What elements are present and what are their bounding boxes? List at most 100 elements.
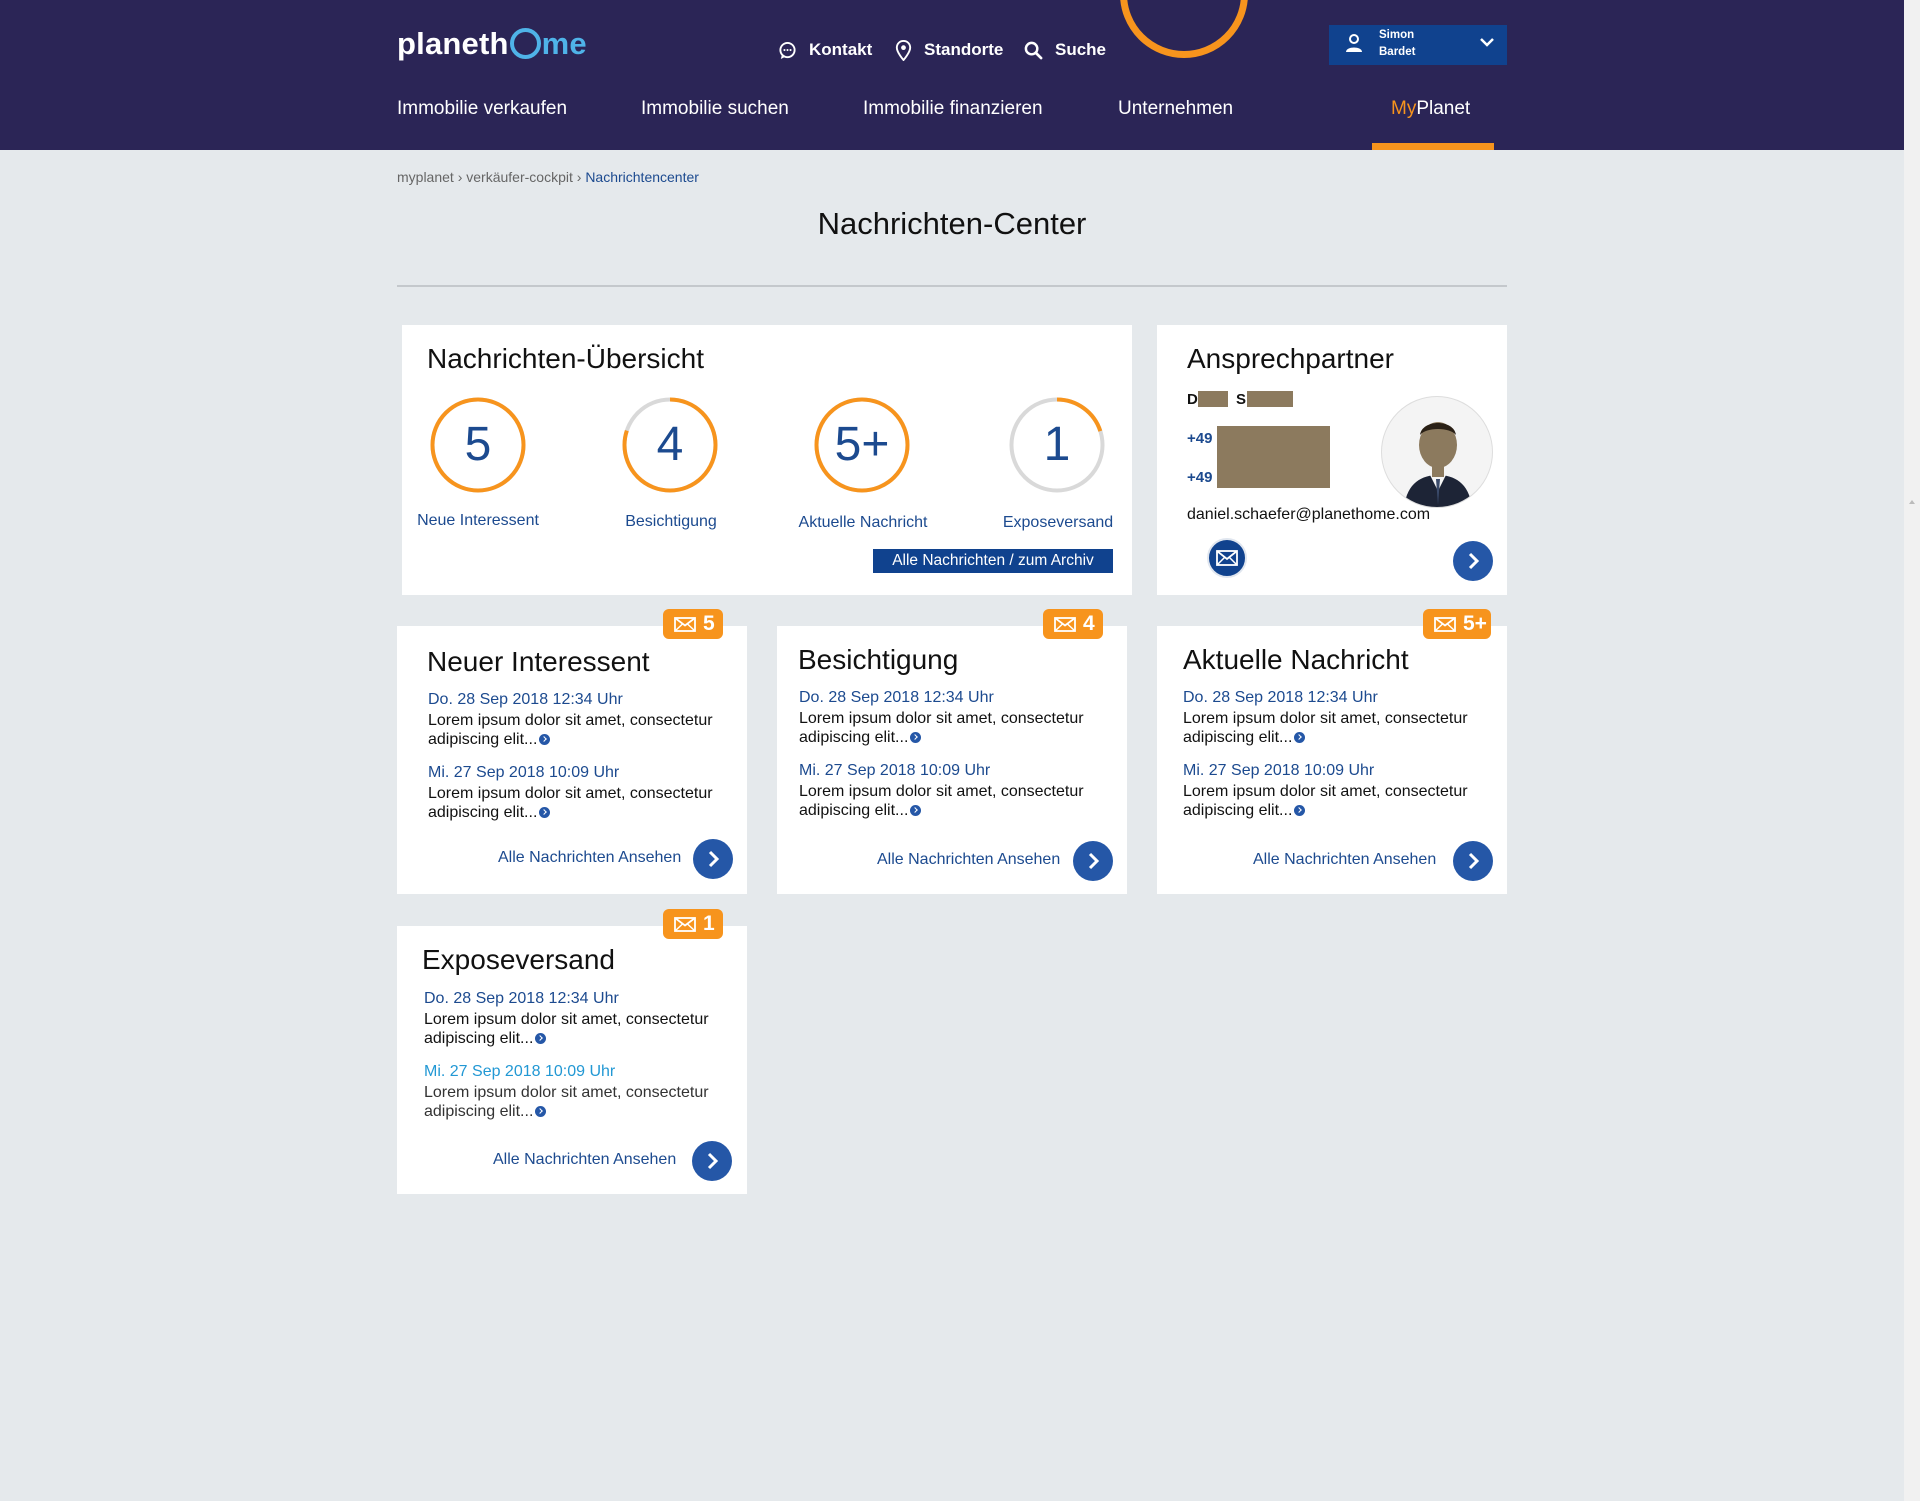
envelope-icon (1054, 616, 1076, 632)
message-preview[interactable]: Lorem ipsum dolor sit amet, consectetur … (799, 709, 1099, 747)
message-date: Mi. 27 Sep 2018 10:09 Uhr (1183, 762, 1375, 779)
all-messages-link[interactable]: Alle Nachrichten Ansehen (498, 849, 681, 867)
decorative-orange-ring (1120, 0, 1248, 58)
redacted-last-name (1247, 391, 1293, 407)
more-arrow-icon[interactable] (1294, 805, 1306, 816)
contact-email[interactable]: daniel.schaefer@planethome.com (1187, 506, 1430, 524)
more-arrow-icon[interactable] (910, 805, 922, 816)
more-arrow-icon[interactable] (539, 807, 551, 818)
logo-ring-icon (509, 28, 541, 59)
all-messages-link[interactable]: Alle Nachrichten Ansehen (877, 851, 1060, 869)
contact-title: Ansprechpartner (1187, 343, 1395, 374)
message-preview[interactable]: Lorem ipsum dolor sit amet, consectetur … (1183, 782, 1483, 820)
all-messages-link[interactable]: Alle Nachrichten Ansehen (1253, 851, 1436, 869)
overview-circle-exposeversand[interactable]: 1 (1008, 396, 1106, 494)
chevron-right-icon (1088, 852, 1100, 870)
breadcrumb: myplanet › verkäufer-cockpit › Nachricht… (397, 169, 699, 185)
more-arrow-icon[interactable] (910, 732, 922, 743)
overview-title: Nachrichten-Übersicht (427, 343, 704, 374)
contact-more-button[interactable] (1453, 541, 1493, 581)
contact-avatar (1381, 396, 1493, 508)
message-date: Mi. 27 Sep 2018 10:09 Uhr (428, 764, 620, 781)
card-title: Neuer Interessent (427, 646, 650, 677)
envelope-icon (674, 616, 696, 632)
message-preview[interactable]: Lorem ipsum dolor sit amet, consectetur … (428, 711, 728, 749)
nav-immobilie-verkaufen[interactable]: Immobilie verkaufen (397, 98, 567, 120)
nav-myplanet[interactable]: MyPlanet (1391, 98, 1470, 120)
site-header: planeth me Kontakt Standorte Suche Simon B… (0, 0, 1904, 150)
overview-label-besichtigung[interactable]: Besichtigung (571, 513, 771, 531)
chevron-right-icon (707, 1152, 719, 1170)
suche-link[interactable]: Suche (1024, 36, 1106, 64)
badge-neuer-interessent: 5 (663, 609, 723, 639)
overview-circle-besichtigung[interactable]: 4 (621, 396, 719, 494)
card-more-button[interactable] (693, 839, 733, 879)
chevron-right-icon (708, 850, 720, 868)
contact-phone-1[interactable]: +49 (1187, 430, 1212, 447)
vertical-scrollbar[interactable] (1904, 0, 1920, 1501)
search-icon (1024, 41, 1043, 59)
user-last-name: Bardet (1379, 46, 1416, 58)
contact-initial-first: D (1187, 391, 1198, 408)
message-preview[interactable]: Lorem ipsum dolor sit amet, consectetur … (799, 782, 1099, 820)
overview-label-neue-interessent[interactable]: Neue Interessent (378, 512, 578, 530)
message-date: Do. 28 Sep 2018 12:34 Uhr (799, 689, 994, 706)
nav-immobilie-finanzieren[interactable]: Immobilie finanzieren (863, 98, 1043, 120)
redacted-phone-numbers (1217, 426, 1330, 488)
more-arrow-icon[interactable] (535, 1106, 547, 1117)
contact-phone-2[interactable]: +49 (1187, 469, 1212, 486)
message-preview[interactable]: Lorem ipsum dolor sit amet, consectetur … (428, 784, 728, 822)
overview-label-exposeversand[interactable]: Exposeversand (958, 514, 1158, 532)
breadcrumb-current: Nachrichtencenter (585, 169, 699, 185)
card-more-button[interactable] (1073, 841, 1113, 881)
kontakt-link[interactable]: Kontakt (778, 36, 872, 64)
planethome-logo[interactable]: planeth me (397, 26, 587, 62)
page-title: Nachrichten-Center (817, 206, 1087, 241)
badge-aktuelle-nachricht: 5+ (1423, 609, 1491, 639)
chat-bubble-icon (779, 41, 796, 59)
envelope-icon (1216, 550, 1238, 566)
active-nav-indicator (1372, 143, 1494, 150)
chevron-right-icon (1468, 552, 1480, 570)
overview-label-aktuelle-nachricht[interactable]: Aktuelle Nachricht (763, 514, 963, 532)
nav-unternehmen[interactable]: Unternehmen (1118, 98, 1233, 120)
message-preview[interactable]: Lorem ipsum dolor sit amet, consectetur … (1183, 709, 1483, 747)
breadcrumb-verkaeufer-cockpit[interactable]: verkäufer-cockpit (466, 169, 573, 185)
location-pin-icon (895, 39, 912, 61)
chevron-down-icon (1480, 38, 1494, 47)
breadcrumb-myplanet[interactable]: myplanet (397, 169, 454, 185)
message-date: Mi. 27 Sep 2018 10:09 Uhr (424, 1063, 616, 1080)
title-divider (397, 285, 1507, 287)
card-title: Aktuelle Nachricht (1183, 644, 1409, 675)
more-arrow-icon[interactable] (535, 1033, 547, 1044)
overview-circle-aktuelle-nachricht[interactable]: 5+ (813, 396, 911, 494)
user-menu[interactable]: Simon Bardet (1329, 25, 1507, 65)
nav-immobilie-suchen[interactable]: Immobilie suchen (641, 98, 789, 120)
all-messages-link[interactable]: Alle Nachrichten Ansehen (493, 1151, 676, 1169)
envelope-icon (674, 916, 696, 932)
redacted-first-name (1198, 391, 1228, 407)
more-arrow-icon[interactable] (539, 734, 551, 745)
message-date: Mi. 27 Sep 2018 10:09 Uhr (799, 762, 991, 779)
message-date: Do. 28 Sep 2018 12:34 Uhr (428, 691, 623, 708)
card-more-button[interactable] (692, 1141, 732, 1181)
message-preview[interactable]: Lorem ipsum dolor sit amet, consectetur … (424, 1010, 724, 1048)
user-first-name: Simon (1379, 29, 1415, 41)
person-photo-icon (1404, 422, 1472, 507)
overview-circle-neue-interessent[interactable]: 5 (429, 396, 527, 494)
card-more-button[interactable] (1453, 841, 1493, 881)
contact-mail-button[interactable] (1207, 538, 1247, 578)
archive-button[interactable]: Alle Nachrichten / zum Archiv (873, 549, 1113, 573)
more-arrow-icon[interactable] (1294, 732, 1306, 743)
card-title: Exposeversand (422, 944, 616, 975)
card-title: Besichtigung (798, 644, 959, 675)
standorte-link[interactable]: Standorte (895, 36, 1003, 64)
message-date: Do. 28 Sep 2018 12:34 Uhr (1183, 689, 1378, 706)
message-date: Do. 28 Sep 2018 12:34 Uhr (424, 990, 619, 1007)
chevron-right-icon (1468, 852, 1480, 870)
envelope-icon (1434, 616, 1456, 632)
contact-initial-last: S (1236, 391, 1247, 408)
badge-exposeversand: 1 (663, 909, 723, 939)
badge-besichtigung: 4 (1043, 609, 1103, 639)
message-preview[interactable]: Lorem ipsum dolor sit amet, consectetur … (424, 1083, 724, 1121)
